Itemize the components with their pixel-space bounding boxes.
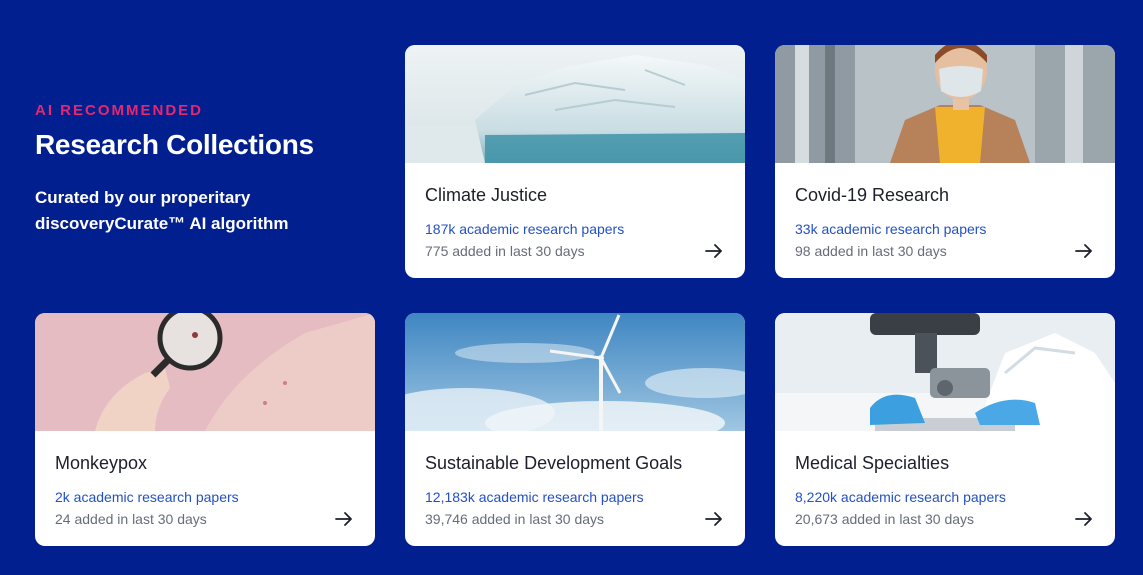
iceberg-image — [405, 45, 745, 163]
recent-additions: 775 added in last 30 days — [425, 243, 585, 259]
microscope-image — [775, 313, 1115, 431]
collection-card-medical-specialties[interactable]: Medical Specialties 8,220k academic rese… — [775, 313, 1115, 546]
magnifying-glass-skin-image — [35, 313, 375, 431]
collection-title: Climate Justice — [425, 185, 548, 205]
papers-count-link[interactable]: 8,220k academic research papers — [795, 489, 1006, 505]
recent-additions: 24 added in last 30 days — [55, 511, 207, 527]
recent-additions: 39,746 added in last 30 days — [425, 511, 605, 527]
collection-card-monkeypox[interactable]: Monkeypox 2k academic research papers 24… — [35, 313, 375, 546]
papers-count-link[interactable]: 2k academic research papers — [55, 489, 239, 505]
arrow-right-icon[interactable] — [1075, 511, 1093, 527]
collection-card-climate-justice[interactable]: Climate Justice 187k academic research p… — [405, 45, 745, 278]
arrow-right-icon[interactable] — [335, 511, 353, 527]
collection-title: Sustainable Development Goals — [425, 453, 683, 473]
section-subtitle: Curated by our properitary discoveryCura… — [35, 188, 289, 233]
papers-count-link[interactable]: 12,183k academic research papers — [425, 489, 644, 505]
papers-count-link[interactable]: 33k academic research papers — [795, 221, 986, 237]
recent-additions: 20,673 added in last 30 days — [795, 511, 975, 527]
section-eyebrow: AI RECOMMENDED — [35, 102, 204, 119]
wind-turbine-image — [405, 313, 745, 431]
arrow-right-icon[interactable] — [705, 243, 723, 259]
collection-card-covid-19-research[interactable]: Covid-19 Research 33k academic research … — [775, 45, 1115, 278]
recent-additions: 98 added in last 30 days — [795, 243, 947, 259]
collection-card-sustainable-development-goals[interactable]: Sustainable Development Goals 12,183k ac… — [405, 313, 745, 546]
arrow-right-icon[interactable] — [705, 511, 723, 527]
papers-count-link[interactable]: 187k academic research papers — [425, 221, 624, 237]
collection-title: Monkeypox — [55, 453, 148, 473]
collections-intro: AI RECOMMENDED Research Collections Cura… — [35, 102, 375, 237]
collection-title: Covid-19 Research — [795, 185, 950, 205]
masked-woman-image — [775, 45, 1115, 163]
collection-title: Medical Specialties — [795, 453, 950, 473]
section-title: Research Collections — [35, 129, 314, 160]
arrow-right-icon[interactable] — [1075, 243, 1093, 259]
